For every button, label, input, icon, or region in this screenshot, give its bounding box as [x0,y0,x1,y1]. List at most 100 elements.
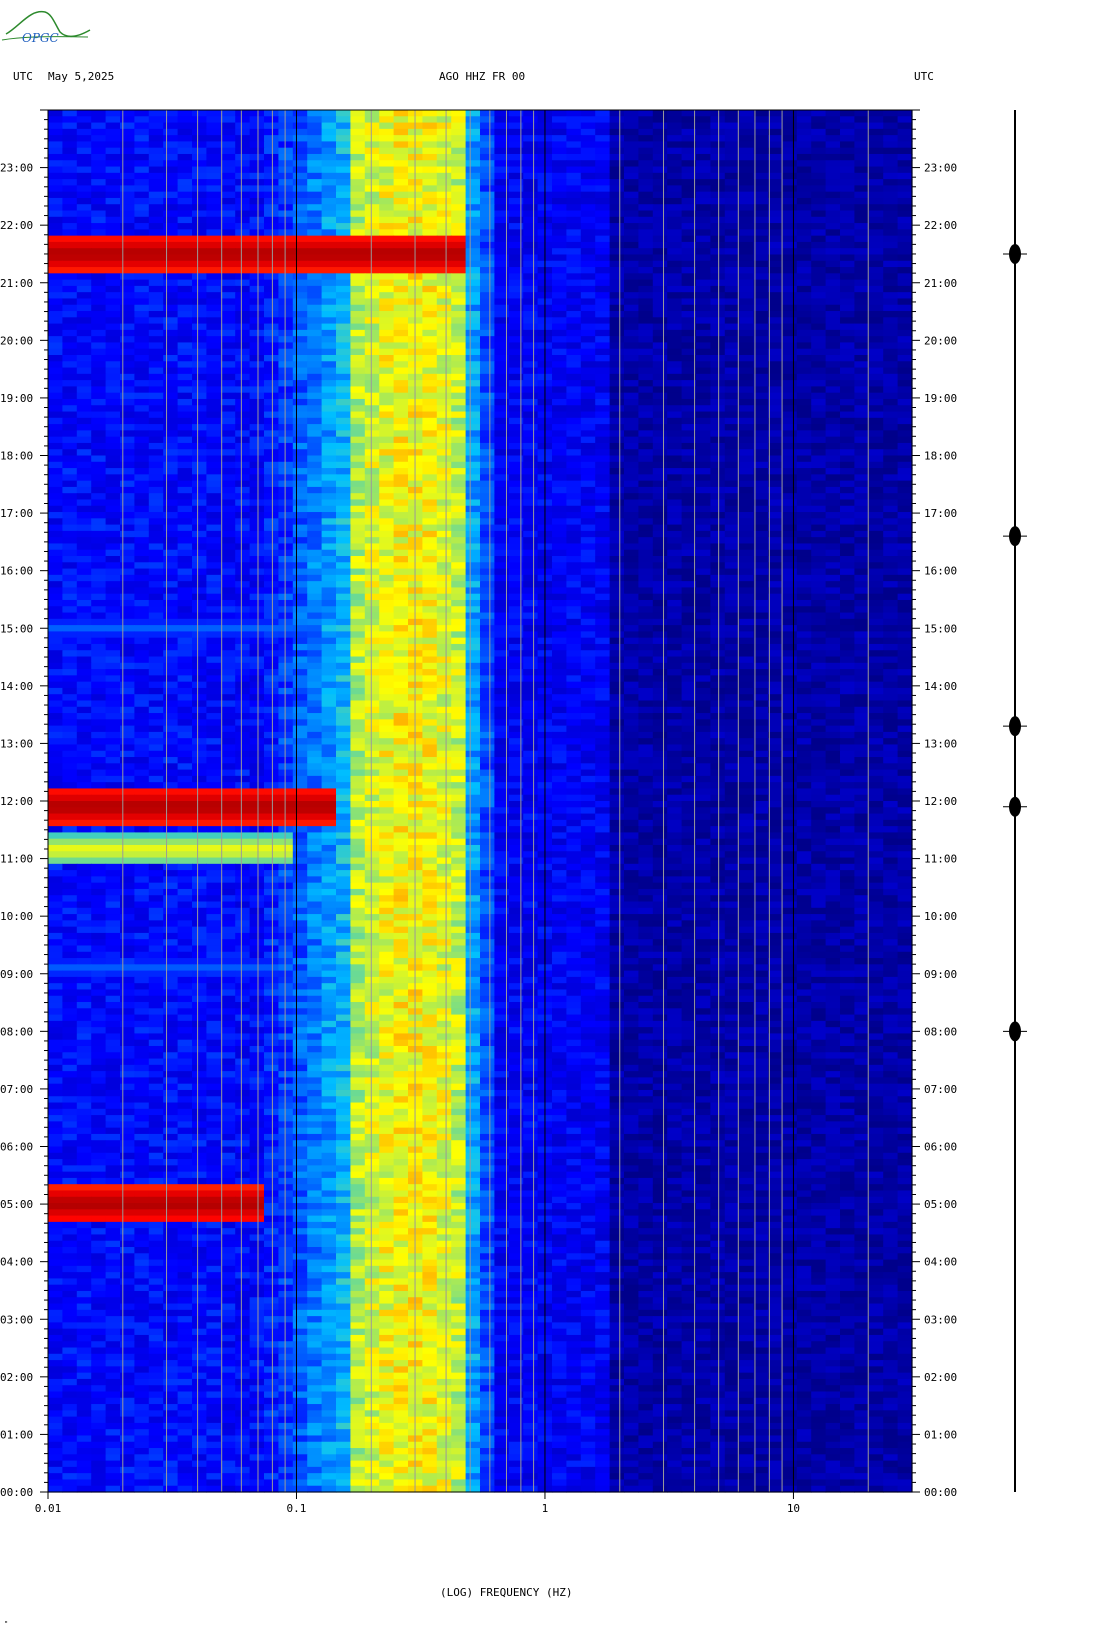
heatmap-cell [724,116,740,124]
heatmap-cell [652,229,668,237]
heatmap-cell [840,128,855,136]
heatmap-cell [105,449,121,457]
heatmap-cell [148,273,164,281]
heatmap-cell [739,248,755,256]
heatmap-cell [379,273,395,281]
heatmap-cell [753,210,769,218]
heatmap-cell [724,417,740,425]
heatmap-cell [451,185,467,193]
heatmap-cell [883,179,899,186]
heatmap-cell [854,304,870,312]
heatmap-cell [696,110,711,117]
heatmap-cell [724,329,740,337]
heatmap-cell [105,135,121,143]
heatmap-cell [76,405,92,413]
heatmap-cell [220,153,236,161]
heatmap-cell [321,612,337,620]
heatmap-cell [897,398,913,406]
heatmap-cell [508,499,524,507]
heatmap-cell [508,354,524,362]
heatmap-cell [192,587,207,595]
heatmap-cell [336,574,351,582]
heatmap-cell [811,524,827,532]
heatmap-cell [609,562,625,570]
heatmap-cell [840,436,855,444]
heatmap-cell [868,241,884,249]
heatmap-cell [494,191,510,199]
heatmap-cell [883,543,899,551]
heatmap-cell [652,279,668,287]
heatmap-cell [177,599,193,607]
heatmap-cell [595,317,611,325]
heatmap-cell [508,436,524,444]
heatmap-cell [235,342,251,350]
heatmap-cell [91,191,107,199]
heatmap-cell [494,323,510,331]
heatmap-cell [62,530,78,538]
heatmap-cell [552,179,567,186]
heatmap-cell [134,135,150,143]
heatmap-cell [667,254,683,262]
heatmap-cell [753,329,769,337]
heatmap-cell [595,153,611,161]
heatmap-cell [652,518,668,526]
heatmap-cell [436,141,452,149]
heatmap-cell [854,348,870,356]
heatmap-cell [350,455,366,463]
heatmap-cell [667,593,683,601]
heatmap-cell [624,223,639,230]
heatmap-cell [206,241,222,249]
heatmap-cell [825,128,841,136]
heatmap-cell [552,166,567,174]
heatmap-cell [868,229,884,237]
heatmap-cell [566,135,582,143]
heatmap-cell [148,248,164,256]
heatmap-cell [868,480,884,488]
heatmap-cell [249,235,265,243]
heatmap-cell [753,354,769,362]
heatmap-cell [321,311,337,318]
heatmap-cell [120,411,135,419]
heatmap-cell [768,260,783,268]
heatmap-cell [753,424,769,431]
heatmap-cell [883,160,899,168]
heatmap-cell [552,606,567,614]
heatmap-cell [350,210,366,218]
heatmap-cell [595,311,611,318]
heatmap-cell [883,468,899,475]
heatmap-cell [638,581,654,589]
heatmap-cell [220,185,236,193]
heatmap-cells [48,110,913,1493]
heatmap-cell [364,618,380,626]
heatmap-cell [825,386,841,394]
heatmap-cell [249,348,265,356]
heatmap-cell [192,191,207,199]
heatmap-cell [249,468,265,475]
heatmap-cell [609,160,625,168]
heatmap-cell [120,581,135,589]
heatmap-cell [350,367,366,375]
heatmap-cell [609,574,625,582]
heatmap-cell [724,179,740,186]
heatmap-cell [624,449,639,457]
heatmap-cell [192,574,207,582]
heatmap-cell [249,392,265,400]
heatmap-cell [264,417,279,425]
heatmap-cell [105,587,121,595]
heatmap-cell [321,568,337,576]
heatmap-cell [393,392,409,400]
heatmap-cell [595,518,611,526]
heatmap-cell [753,229,769,237]
heatmap-cell [811,549,827,557]
heatmap-cell [638,405,654,413]
heatmap-cell [134,612,150,620]
heatmap-cell [120,197,135,205]
heatmap-cell [883,279,899,287]
heatmap-cell [768,493,783,501]
heatmap-cell [638,593,654,601]
heatmap-cell [422,549,438,557]
heatmap-cell [393,380,409,387]
heatmap-cell [796,436,812,444]
heatmap-cell [696,336,711,344]
heatmap-cell [768,543,783,551]
